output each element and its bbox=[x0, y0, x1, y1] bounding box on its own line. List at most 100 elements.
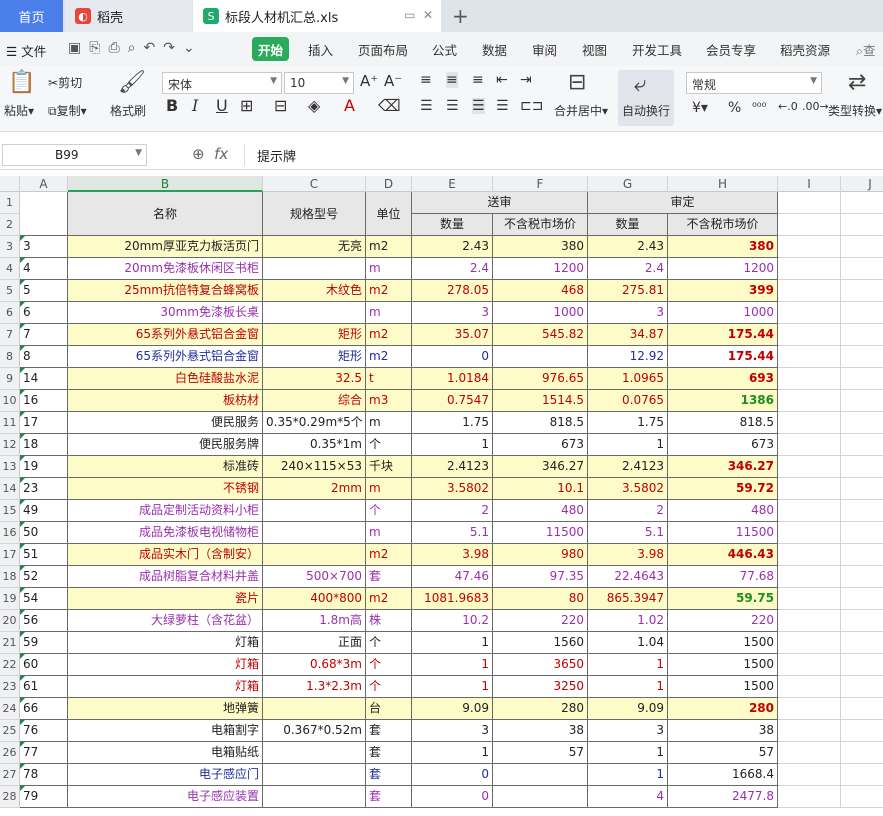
menu-start[interactable]: 开始 bbox=[252, 37, 289, 61]
header-submit-qty[interactable]: 数量 bbox=[412, 214, 493, 236]
cell-name[interactable]: 灯箱 bbox=[68, 654, 263, 676]
cell-a-header[interactable] bbox=[20, 192, 68, 236]
row-header[interactable]: 9 bbox=[0, 368, 20, 390]
cell-seq[interactable]: 8 bbox=[20, 346, 68, 368]
cell-approve-price[interactable]: 57 bbox=[668, 742, 778, 764]
row-header[interactable]: 25 bbox=[0, 720, 20, 742]
cell-empty[interactable] bbox=[778, 786, 841, 808]
cell-name[interactable]: 不锈钢 bbox=[68, 478, 263, 500]
distribute-icon[interactable]: ⊏⊐ bbox=[520, 98, 543, 114]
cell-name[interactable]: 地弹簧 bbox=[68, 698, 263, 720]
merge-center-button[interactable]: 合并居中▾ bbox=[554, 102, 608, 119]
cell-submit-qty[interactable]: 278.05 bbox=[412, 280, 493, 302]
cell-seq[interactable]: 4 bbox=[20, 258, 68, 280]
cell-empty[interactable] bbox=[841, 412, 883, 434]
number-format-select[interactable]: 常规 ▼ bbox=[686, 72, 822, 94]
column-header-j[interactable]: J bbox=[841, 176, 883, 192]
tab-daoke[interactable]: ◐ 稻壳 bbox=[65, 0, 192, 32]
cell-submit-price[interactable]: 11500 bbox=[493, 522, 588, 544]
cell-unit[interactable]: 套 bbox=[366, 764, 412, 786]
font-color-icon[interactable]: A bbox=[344, 96, 355, 115]
cell-submit-price[interactable] bbox=[493, 346, 588, 368]
row-header[interactable]: 22 bbox=[0, 654, 20, 676]
cell-approve-price[interactable]: 2477.8 bbox=[668, 786, 778, 808]
cell-approve-price[interactable]: 280 bbox=[668, 698, 778, 720]
cell-approve-price[interactable]: 1000 bbox=[668, 302, 778, 324]
cell-empty[interactable] bbox=[778, 214, 841, 236]
menu-member[interactable]: 会员专享 bbox=[706, 40, 756, 59]
cell-empty[interactable] bbox=[841, 544, 883, 566]
cell-approve-qty[interactable]: 2.4123 bbox=[588, 456, 668, 478]
export-icon[interactable]: ⎘ bbox=[89, 40, 100, 56]
cell-empty[interactable] bbox=[778, 588, 841, 610]
cell-submit-qty[interactable]: 10.2 bbox=[412, 610, 493, 632]
cell-unit[interactable]: 株 bbox=[366, 610, 412, 632]
row-header[interactable]: 18 bbox=[0, 566, 20, 588]
cell-approve-qty[interactable]: 3 bbox=[588, 302, 668, 324]
cell-unit[interactable]: m bbox=[366, 302, 412, 324]
cell-empty[interactable] bbox=[841, 368, 883, 390]
cell-empty[interactable] bbox=[778, 390, 841, 412]
cell-submit-price[interactable]: 280 bbox=[493, 698, 588, 720]
cell-approve-qty[interactable]: 0.0765 bbox=[588, 390, 668, 412]
cell-empty[interactable] bbox=[841, 456, 883, 478]
cell-empty[interactable] bbox=[841, 324, 883, 346]
currency-icon[interactable]: ¥▾ bbox=[692, 100, 708, 116]
cell-seq[interactable]: 18 bbox=[20, 434, 68, 456]
tab-controls[interactable]: ▭ ✕ bbox=[404, 8, 433, 22]
cell-seq[interactable]: 59 bbox=[20, 632, 68, 654]
cell-approve-qty[interactable]: 1.0965 bbox=[588, 368, 668, 390]
menu-developer[interactable]: 开发工具 bbox=[632, 40, 682, 59]
cell-spec[interactable] bbox=[263, 786, 366, 808]
cell-seq[interactable]: 66 bbox=[20, 698, 68, 720]
cell-spec[interactable] bbox=[263, 522, 366, 544]
cell-empty[interactable] bbox=[778, 544, 841, 566]
cell-approve-price[interactable]: 1386 bbox=[668, 390, 778, 412]
cell-unit[interactable]: m bbox=[366, 522, 412, 544]
row-header[interactable]: 4 bbox=[0, 258, 20, 280]
cell-empty[interactable] bbox=[778, 522, 841, 544]
cell-spec[interactable]: 32.5 bbox=[263, 368, 366, 390]
cell-name[interactable]: 灯箱 bbox=[68, 676, 263, 698]
cell-spec[interactable]: 1.8m高 bbox=[263, 610, 366, 632]
convert-icon[interactable]: ⇄ bbox=[848, 70, 866, 95]
cell-approve-qty[interactable]: 3 bbox=[588, 720, 668, 742]
cell-submit-qty[interactable]: 0 bbox=[412, 786, 493, 808]
cell-submit-qty[interactable]: 35.07 bbox=[412, 324, 493, 346]
cell-name[interactable]: 成品免漆板电视储物柜 bbox=[68, 522, 263, 544]
cell-approve-qty[interactable]: 2.4 bbox=[588, 258, 668, 280]
cell-submit-qty[interactable]: 2.43 bbox=[412, 236, 493, 258]
cell-approve-price[interactable]: 220 bbox=[668, 610, 778, 632]
cell-empty[interactable] bbox=[778, 654, 841, 676]
align-middle-icon[interactable]: ≡ bbox=[446, 72, 458, 88]
align-bottom-icon[interactable]: ≡ bbox=[472, 72, 484, 88]
cell-unit[interactable]: m bbox=[366, 412, 412, 434]
column-header-g[interactable]: G bbox=[588, 176, 668, 192]
cell-submit-qty[interactable]: 2 bbox=[412, 500, 493, 522]
print-icon[interactable]: ⎙ bbox=[108, 40, 119, 56]
cell-unit[interactable]: 台 bbox=[366, 698, 412, 720]
cell-approve-price[interactable]: 175.44 bbox=[668, 346, 778, 368]
cell-approve-price[interactable]: 1500 bbox=[668, 676, 778, 698]
cell-spec[interactable] bbox=[263, 544, 366, 566]
row-header[interactable]: 23 bbox=[0, 676, 20, 698]
cell-empty[interactable] bbox=[841, 302, 883, 324]
row-header[interactable]: 20 bbox=[0, 610, 20, 632]
file-menu[interactable]: ☰ 文件 bbox=[6, 41, 46, 60]
restore-icon[interactable]: ▭ bbox=[404, 8, 415, 22]
cell-approve-price[interactable]: 11500 bbox=[668, 522, 778, 544]
redo-icon[interactable]: ↷ bbox=[163, 40, 175, 56]
cell-approve-price[interactable]: 1500 bbox=[668, 632, 778, 654]
cell-submit-price[interactable]: 3650 bbox=[493, 654, 588, 676]
cell-empty[interactable] bbox=[778, 610, 841, 632]
tab-home[interactable]: 首页 bbox=[0, 0, 63, 32]
cell-unit[interactable]: 个 bbox=[366, 654, 412, 676]
cell-seq[interactable]: 51 bbox=[20, 544, 68, 566]
cell-empty[interactable] bbox=[778, 676, 841, 698]
cell-submit-price[interactable]: 1514.5 bbox=[493, 390, 588, 412]
undo-icon[interactable]: ↶ bbox=[143, 40, 155, 56]
increase-decimal-icon[interactable]: ←.0 bbox=[778, 100, 798, 113]
menu-formula[interactable]: 公式 bbox=[432, 40, 457, 59]
header-approve-price[interactable]: 不含税市场价 bbox=[668, 214, 778, 236]
cell-spec[interactable]: 0.35*0.29m*5个 bbox=[263, 412, 366, 434]
